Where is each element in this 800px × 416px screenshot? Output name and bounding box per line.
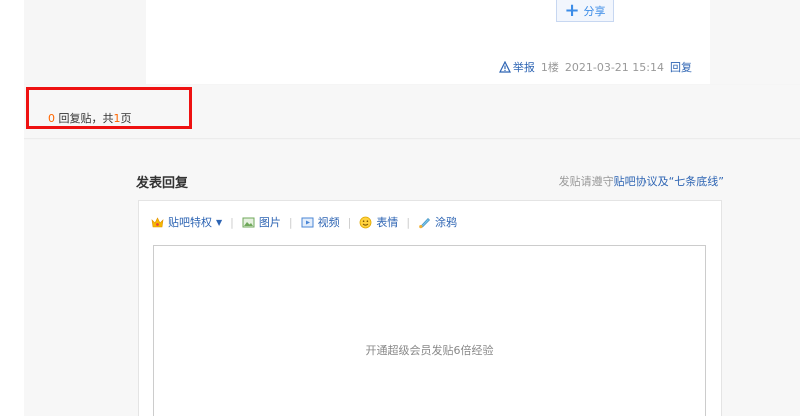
- paintbrush-icon: [419, 217, 431, 228]
- page-count-label: 页: [120, 112, 132, 125]
- video-label: 视频: [317, 216, 340, 229]
- reply-section: 发表回复 发贴请遵守贴吧协议及“七条底线” 贴吧特权 ▼ | 图片 | 视频 |…: [24, 140, 800, 416]
- post-card: + 分享 举报 1楼 2021-03-21 15:14 回复: [24, 0, 800, 84]
- report-label: 举报: [512, 61, 535, 74]
- plus-icon: +: [564, 0, 580, 21]
- share-label: 分享: [583, 4, 606, 18]
- toolbar-divider: |: [406, 215, 411, 229]
- reply-link[interactable]: 回复: [670, 59, 692, 75]
- page-gutter: [0, 0, 24, 416]
- reply-count-label: 回复贴，共: [55, 112, 114, 125]
- reply-title: 发表回复: [136, 176, 189, 191]
- editor-hint: 开通超级会员发贴6倍经验: [365, 344, 494, 357]
- video-icon: [301, 217, 314, 227]
- share-button[interactable]: + 分享: [556, 0, 614, 22]
- post-author-column: [24, 0, 146, 84]
- emoji-label: 表情: [376, 216, 399, 229]
- report-link[interactable]: 举报: [498, 59, 535, 75]
- video-button[interactable]: 视频: [301, 214, 340, 230]
- reply-rules: 发贴请遵守贴吧协议及“七条底线”: [559, 173, 724, 189]
- image-label: 图片: [258, 216, 281, 229]
- emoji-button[interactable]: 表情: [359, 214, 398, 230]
- editor-toolbar: 贴吧特权 ▼ | 图片 | 视频 | 表情 | 涂鸦: [139, 201, 721, 243]
- reply-count: 0: [48, 112, 55, 125]
- chevron-down-icon: ▼: [216, 217, 223, 227]
- reply-editor: 贴吧特权 ▼ | 图片 | 视频 | 表情 | 涂鸦 开通超级会员发贴6倍经验: [138, 200, 722, 416]
- post-tail: 举报 1楼 2021-03-21 15:14 回复: [498, 59, 692, 75]
- doodle-label: 涂鸦: [435, 216, 458, 229]
- privilege-label: 贴吧特权: [168, 216, 212, 229]
- floor-number: 1楼: [540, 61, 559, 74]
- page-count: 1: [113, 112, 121, 125]
- toolbar-divider: |: [230, 215, 234, 229]
- emoji-icon: [359, 216, 372, 228]
- rules-prefix: 发贴请遵守: [558, 175, 614, 188]
- image-icon: [242, 217, 255, 227]
- warning-icon: [498, 61, 511, 73]
- reply-textarea[interactable]: 开通超级会员发贴6倍经验: [153, 245, 706, 416]
- toolbar-divider: |: [347, 215, 352, 229]
- toolbar-divider: |: [288, 215, 293, 229]
- post-side-column: [710, 0, 800, 84]
- rules-link[interactable]: 贴吧协议及“七条底线”: [614, 175, 724, 188]
- crown-icon: [151, 216, 164, 227]
- privilege-button[interactable]: 贴吧特权 ▼: [151, 214, 222, 230]
- doodle-button[interactable]: 涂鸦: [418, 214, 457, 230]
- image-button[interactable]: 图片: [242, 214, 281, 230]
- reply-count-text: 0 回复贴，共1页: [48, 110, 132, 126]
- pager-row: 0 回复贴，共1页: [24, 85, 800, 139]
- post-timestamp: 2021-03-21 15:14: [564, 60, 664, 74]
